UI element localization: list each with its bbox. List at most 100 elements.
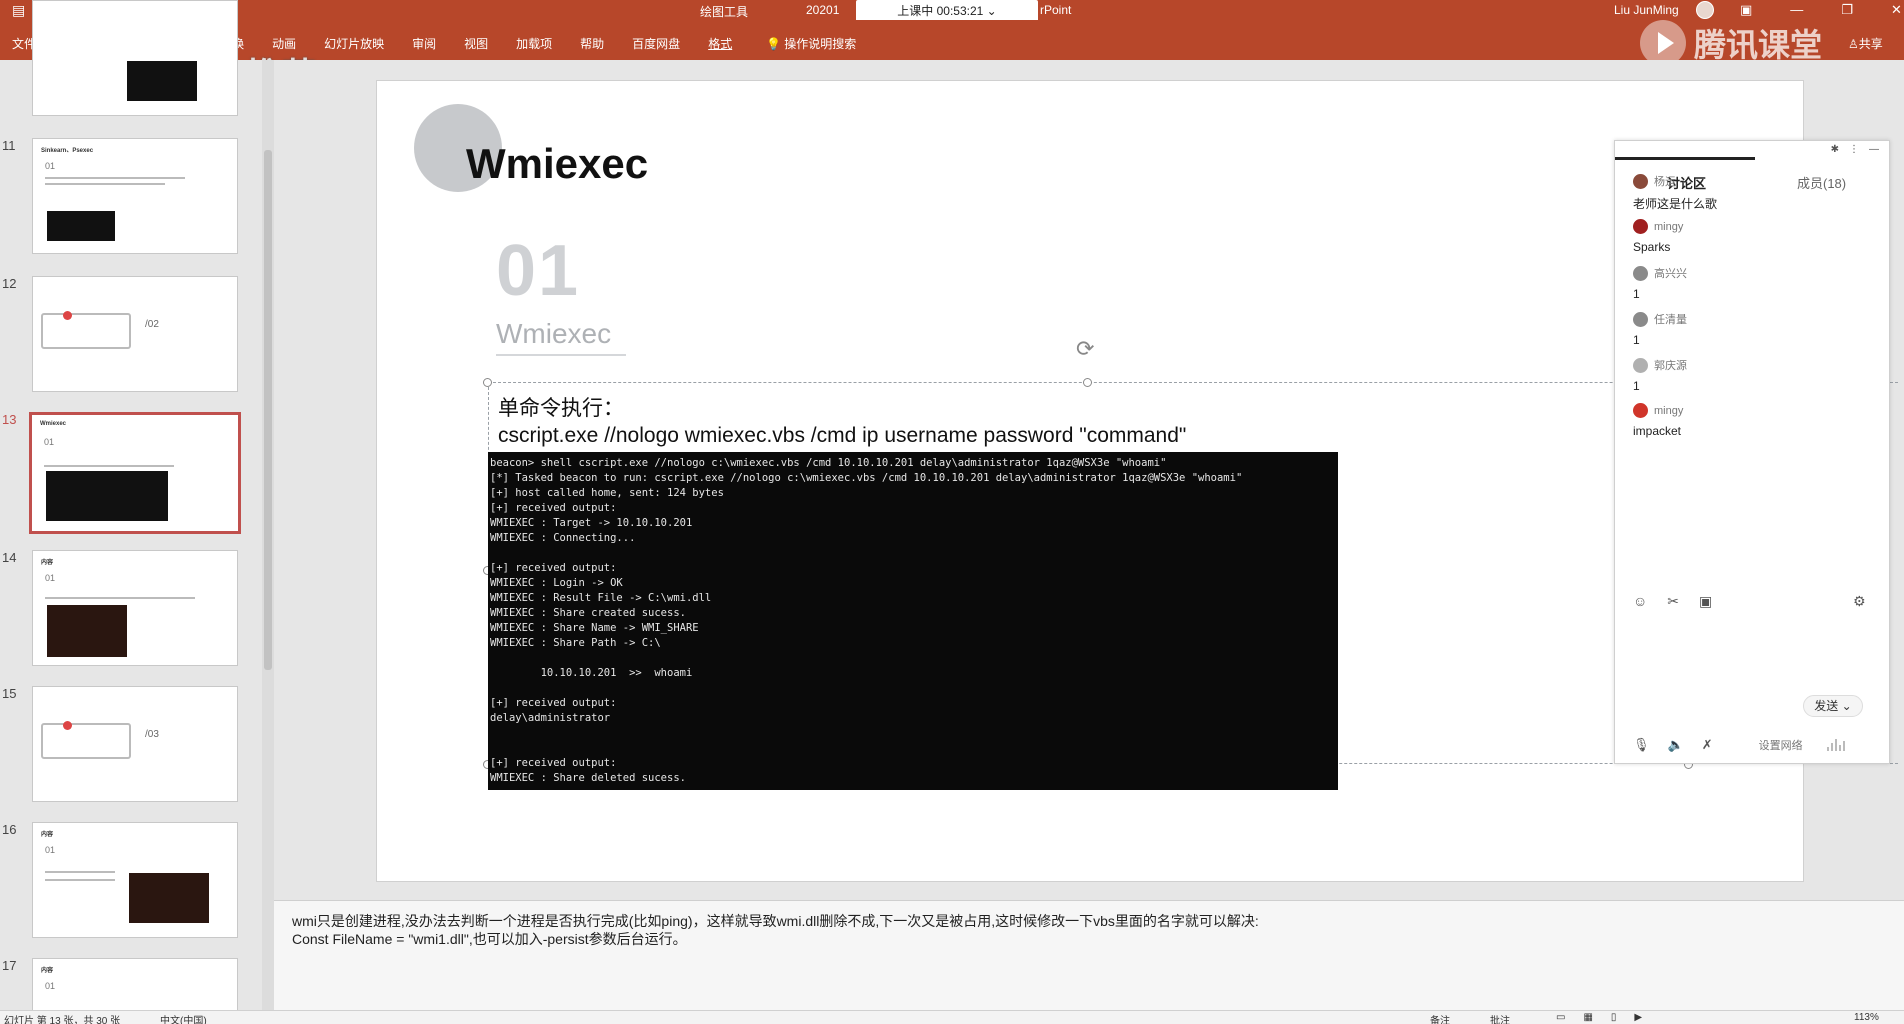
tab-addins[interactable]: 加载项: [516, 35, 552, 52]
rotate-handle-icon[interactable]: ⟳: [1076, 336, 1094, 362]
slide-title[interactable]: Wmiexec: [466, 140, 648, 188]
title-bar: ▤ ↶ ↻ ⊟ ⌄ 绘图工具 20201 上课中 00:53:21 ⌄ rPoi…: [0, 0, 1904, 24]
terminal-line: [+] received output:: [490, 757, 617, 769]
slide-thumbnail[interactable]: /02: [32, 276, 238, 392]
thumbnail-text-line: [45, 879, 115, 881]
more-icon[interactable]: ⋮: [1849, 144, 1859, 155]
tab-review[interactable]: 审阅: [412, 35, 436, 52]
terminal-line: WMIEXEC : Login -> OK: [490, 577, 623, 589]
slide-thumbnail[interactable]: 内容 01: [32, 822, 238, 938]
tab-view[interactable]: 视图: [464, 35, 488, 52]
close-icon[interactable]: ✕: [1891, 2, 1902, 18]
command-syntax[interactable]: cscript.exe //nologo wmiexec.vbs /cmd ip…: [498, 424, 1186, 448]
thumbnail-terminal: [46, 471, 168, 521]
terminal-line: WMIEXEC : Share Path -> C:\: [490, 637, 661, 649]
lightbulb-icon: 💡: [766, 37, 781, 51]
slide-thumbnail[interactable]: /03: [32, 686, 238, 802]
thumbnail-terminal: [47, 211, 115, 241]
avatar: [1633, 265, 1648, 281]
terminal-line: WMIEXEC : Share Name -> WMI_SHARE: [490, 622, 699, 634]
body-heading[interactable]: 单命令执行：: [498, 392, 624, 422]
notes-toggle[interactable]: 备注: [1430, 1012, 1450, 1024]
chat-footer: 🎙 🔈 ✗ 设置网络: [1633, 737, 1845, 753]
slide-thumbnail-pane: 11 Sinkearn、Psexec 01 12 /02 13 Wmiexec …: [0, 0, 262, 1012]
reading-view-icon[interactable]: ▯: [1611, 1012, 1617, 1023]
tab-baidu-netdisk[interactable]: 百度网盘: [632, 35, 680, 52]
minimize-icon[interactable]: —: [1869, 144, 1879, 155]
tab-format[interactable]: 格式: [708, 35, 732, 52]
slide-thumbnail-selected[interactable]: Wmiexec 01: [29, 412, 241, 534]
settings-icon[interactable]: ⚙: [1853, 593, 1866, 610]
tab-members[interactable]: 成员(18): [1797, 173, 1846, 192]
resize-handle[interactable]: [483, 378, 492, 387]
share-label: 共享: [1858, 37, 1883, 51]
user-name: Liu JunMing: [1614, 3, 1679, 17]
discussion-panel: ✱ ⋮ — 讨论区 成员(18) 杨运 老师这是什么歌 mingy Sparks…: [1614, 140, 1890, 764]
sorter-view-icon[interactable]: ▦: [1583, 1012, 1592, 1023]
view-buttons: ▭ ▦ ▯ ▶: [1556, 1012, 1642, 1023]
window-controls: ▣ — ❐ ✕: [1740, 2, 1902, 18]
thumbnail-dot: [63, 311, 72, 320]
chat-message: mingy Sparks: [1633, 219, 1683, 254]
chat-message: 郭庆源 1: [1633, 357, 1687, 393]
pin-icon[interactable]: ✱: [1831, 144, 1839, 155]
zoom-level[interactable]: 113%: [1854, 1012, 1879, 1023]
active-tab-indicator: [1615, 157, 1755, 160]
tab-help[interactable]: 帮助: [580, 35, 604, 52]
section-number: 01: [496, 231, 581, 311]
app-name: rPoint: [1040, 3, 1072, 17]
share-button[interactable]: ♙共享: [1848, 35, 1883, 52]
slide-thumbnail[interactable]: [32, 0, 238, 116]
language-indicator[interactable]: 中文(中国): [160, 1012, 207, 1024]
thumbnail-number: 01: [45, 845, 56, 855]
panel-controls: ✱ ⋮ —: [1831, 144, 1879, 155]
avatar: [1633, 403, 1648, 418]
terminal-line: WMIEXEC : Share created sucess.: [490, 607, 686, 619]
thumbnail-dot: [63, 721, 72, 730]
tell-me-search[interactable]: 💡 操作说明搜索: [766, 35, 856, 52]
normal-view-icon[interactable]: ▭: [1556, 1012, 1565, 1023]
scissors-icon[interactable]: ✂: [1667, 593, 1679, 610]
resize-handle[interactable]: [1083, 378, 1092, 387]
send-button[interactable]: 发送 ⌄: [1803, 695, 1863, 717]
image-icon[interactable]: ▣: [1699, 593, 1712, 610]
tab-slideshow[interactable]: 幻灯片放映: [324, 35, 384, 52]
comments-toggle[interactable]: 批注: [1490, 1012, 1510, 1024]
slide-counter: 幻灯片 第 13 张，共 30 张: [4, 1016, 121, 1024]
slide-number: 16: [2, 822, 17, 837]
slide-thumbnail[interactable]: Sinkearn、Psexec 01: [32, 138, 238, 254]
minimize-icon[interactable]: —: [1790, 2, 1803, 18]
status-bar: 幻灯片 第 13 张，共 30 张 中文(中国) 备注 批注 ▭ ▦ ▯ ▶ 1…: [0, 1010, 1904, 1024]
emoji-icon[interactable]: ☺: [1633, 593, 1647, 610]
message-text: 1: [1633, 333, 1640, 347]
message-author: 郭庆源: [1633, 357, 1687, 373]
drawing-tools-label: 绘图工具: [700, 5, 749, 19]
author-name: 任清量: [1654, 314, 1687, 326]
thumbnail-scrollbar[interactable]: [262, 60, 274, 1010]
slide-thumbnail[interactable]: 内容 01: [32, 550, 238, 666]
speaker-notes[interactable]: wmi只是创建进程,没办法去判断一个进程是否执行完成(比如ping)，这样就导致…: [274, 900, 1904, 1010]
section-subtitle: Wmiexec: [496, 318, 612, 349]
restore-icon[interactable]: ❐: [1841, 2, 1853, 18]
signal-bars-icon: [1826, 739, 1845, 751]
message-author: 杨运: [1633, 173, 1717, 189]
ribbon-display-icon[interactable]: ▣: [1740, 2, 1752, 18]
speaker-icon[interactable]: 🔈: [1668, 737, 1684, 753]
microphone-icon[interactable]: 🎙: [1633, 737, 1650, 753]
chat-message: 高兴兴 1: [1633, 265, 1687, 301]
user-avatar[interactable]: [1696, 1, 1714, 19]
mute-icon[interactable]: ✗: [1702, 737, 1713, 753]
slideshow-view-icon[interactable]: ▶: [1634, 1012, 1642, 1023]
thumbnail-text-line: [45, 183, 165, 185]
thumbnail-number: 01: [44, 437, 55, 447]
slide-thumbnail[interactable]: 内容 01: [32, 958, 238, 1012]
thumbnail-title: Wmiexec: [40, 421, 67, 427]
save-icon[interactable]: ▤: [12, 2, 25, 18]
thumbnail-title: 内容: [41, 560, 54, 566]
scrollbar-handle[interactable]: [264, 150, 272, 670]
terminal-line: [+] received output:: [490, 697, 617, 709]
thumbnail-diagram: [41, 313, 131, 349]
terminal-screenshot: beacon> shell cscript.exe //nologo c:\wm…: [488, 452, 1338, 790]
